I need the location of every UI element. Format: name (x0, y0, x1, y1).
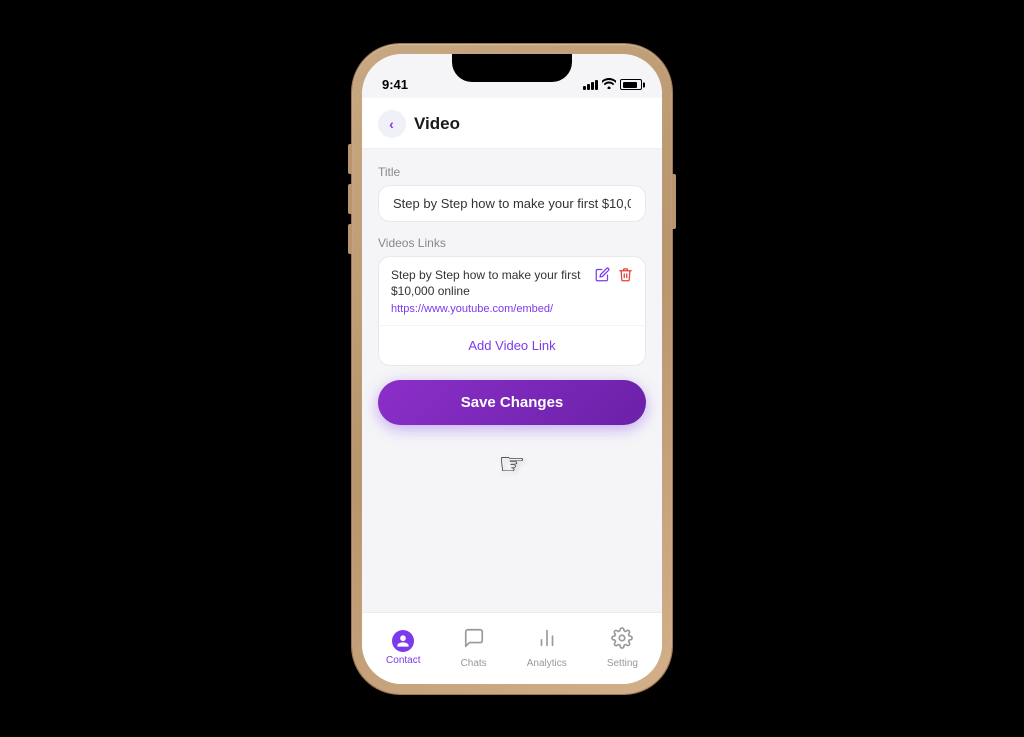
video-link-item: Step by Step how to make your first $10,… (379, 257, 645, 327)
delete-video-icon[interactable] (618, 267, 633, 285)
contact-icon (392, 630, 414, 652)
nav-contact-label: Contact (386, 655, 420, 666)
title-field-group: Title (378, 165, 646, 222)
status-time: 9:41 (382, 77, 408, 92)
title-input[interactable] (378, 185, 646, 222)
main-scroll-area: Title Videos Links Step by Step how to m… (362, 149, 662, 612)
nav-item-setting[interactable]: Setting (595, 621, 650, 675)
nav-analytics-label: Analytics (527, 658, 567, 669)
nav-item-analytics[interactable]: Analytics (515, 621, 579, 675)
nav-chats-label: Chats (461, 658, 487, 669)
phone-screen: 9:41 (362, 54, 662, 684)
video-link-actions (595, 267, 633, 285)
hand-cursor-icon: ☞ (499, 447, 526, 482)
back-chevron-icon: ‹ (389, 116, 394, 132)
notch (452, 54, 572, 82)
nav-setting-label: Setting (607, 658, 638, 669)
wifi-icon (602, 78, 616, 92)
video-link-url: https://www.youtube.com/embed/ (391, 303, 587, 315)
chats-icon (463, 627, 485, 655)
analytics-icon (536, 627, 558, 655)
cursor-area: ☞ (378, 439, 646, 482)
bottom-nav: Contact Chats (362, 612, 662, 684)
battery-icon (620, 79, 642, 90)
add-video-button[interactable]: Add Video Link (379, 326, 645, 365)
setting-icon (611, 627, 633, 655)
video-link-text: Step by Step how to make your first $10,… (391, 267, 587, 316)
nav-item-chats[interactable]: Chats (449, 621, 499, 675)
signal-icon (583, 80, 598, 90)
status-icons (583, 78, 642, 92)
screen-content: ‹ Video Title Videos Links S (362, 98, 662, 684)
page-header: ‹ Video (362, 98, 662, 149)
title-label: Title (378, 165, 646, 179)
page-title: Video (414, 114, 460, 134)
videos-links-field-group: Videos Links Step by Step how to make yo… (378, 236, 646, 367)
add-video-label: Add Video Link (468, 338, 555, 353)
phone-frame: 9:41 (352, 44, 672, 694)
video-link-card: Step by Step how to make your first $10,… (378, 256, 646, 367)
edit-video-icon[interactable] (595, 267, 610, 285)
nav-item-contact[interactable]: Contact (374, 624, 432, 672)
video-link-title: Step by Step how to make your first $10,… (391, 267, 587, 301)
save-changes-button[interactable]: Save Changes (378, 380, 646, 425)
videos-links-label: Videos Links (378, 236, 646, 250)
back-button[interactable]: ‹ (378, 110, 406, 138)
